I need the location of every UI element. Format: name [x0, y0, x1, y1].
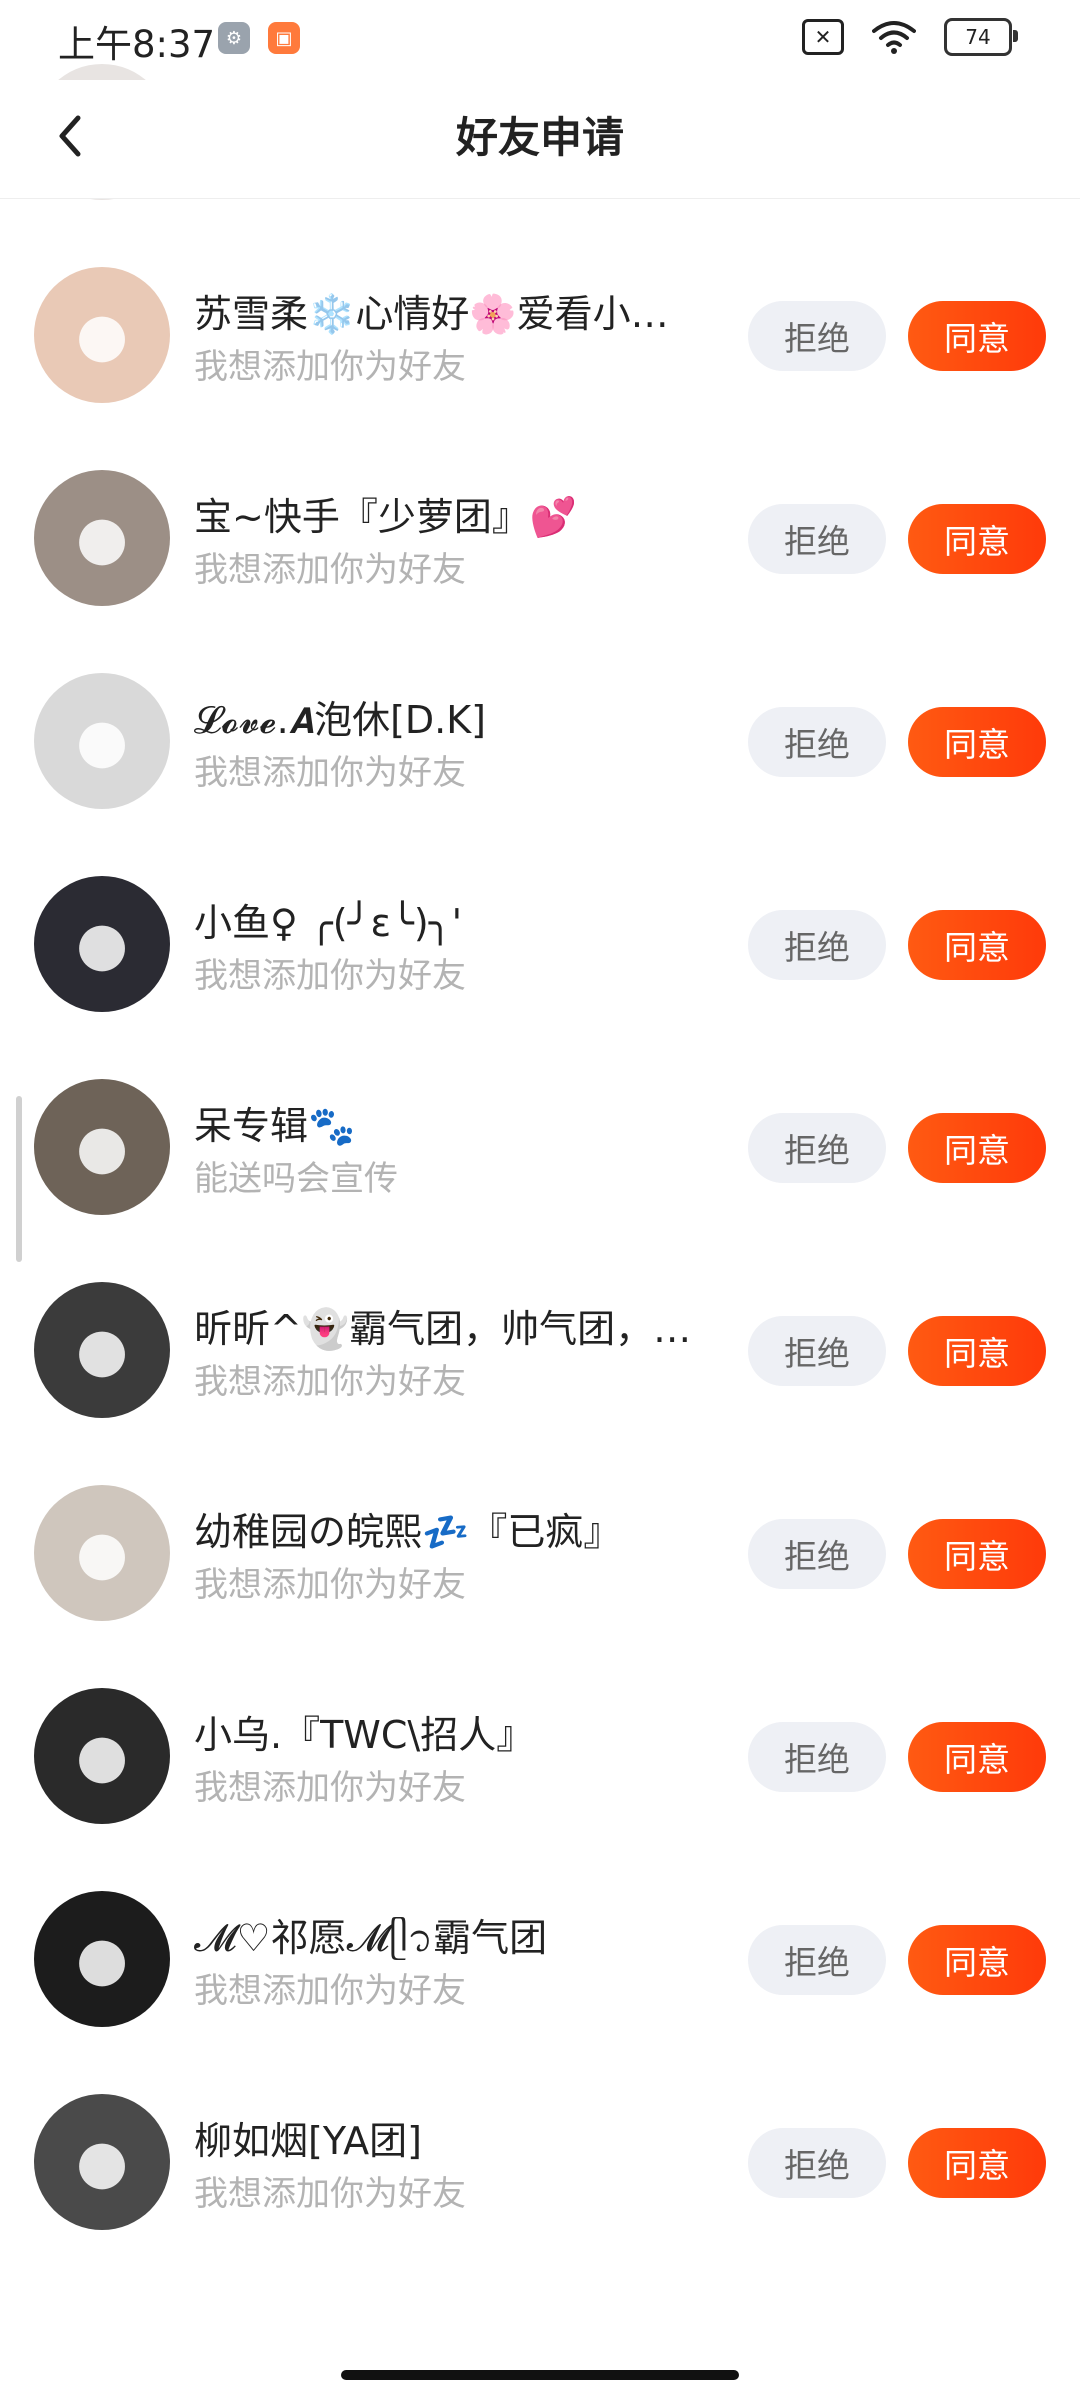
list-item[interactable]: ● 苏雪柔❄️心情好🌸爱看小… 我想添加你为好友 拒绝 同意 [0, 233, 1080, 436]
person-icon: ● [75, 1721, 129, 1791]
agree-button[interactable]: 同意 [908, 1316, 1046, 1386]
reject-button[interactable]: 拒绝 [748, 1722, 886, 1792]
avatar[interactable]: ● [34, 1485, 170, 1621]
list-item[interactable]: ● 𝓛𝓸𝓿𝓮.𝘼泡休[D.K] 我想添加你为好友 拒绝 同意 [0, 639, 1080, 842]
person-icon: ● [75, 909, 129, 979]
reject-button[interactable]: 拒绝 [748, 707, 886, 777]
avatar[interactable]: ● [34, 470, 170, 606]
home-indicator[interactable] [341, 2370, 739, 2380]
page-title: 好友申请 [455, 113, 624, 162]
request-message: 我想添加你为好友 [194, 1565, 466, 1605]
person-icon: ● [75, 706, 129, 776]
agree-button[interactable]: 同意 [908, 910, 1046, 980]
avatar[interactable]: ● [34, 267, 170, 403]
request-message: 我想添加你为好友 [194, 347, 466, 387]
requester-name: 柳如烟[YA团] [194, 2119, 422, 2163]
header: 好友申请 [0, 80, 1080, 199]
list-item[interactable]: ● 宝~快手『少萝团』💕 我想添加你为好友 拒绝 同意 [0, 436, 1080, 639]
requester-name: 小鱼♀ ╭(╯ε╰)╮' [194, 901, 463, 945]
agree-button[interactable]: 同意 [908, 2128, 1046, 2198]
agree-button[interactable]: 同意 [908, 1519, 1046, 1589]
reject-button[interactable]: 拒绝 [748, 1316, 886, 1386]
agree-button[interactable]: 同意 [908, 504, 1046, 574]
person-icon: ● [75, 1924, 129, 1994]
request-message: 能送吗会宣传 [194, 1159, 398, 1199]
person-icon: ● [75, 1315, 129, 1385]
avatar[interactable]: ● [34, 876, 170, 1012]
request-message: 我想添加你为好友 [194, 1768, 466, 1808]
request-message: 我想添加你为好友 [194, 1362, 466, 1402]
list-item[interactable]: ● 呆专辑🐾 能送吗会宣传 拒绝 同意 [0, 1045, 1080, 1248]
list-item[interactable]: ● 柳如烟[YA团] 我想添加你为好友 拒绝 同意 [0, 2060, 1080, 2263]
agree-button[interactable]: 同意 [908, 1722, 1046, 1792]
list-item[interactable]: ● 昕昕^👻霸气团，帅气团，… 我想添加你为好友 拒绝 同意 [0, 1248, 1080, 1451]
requester-name: 幼稚园の皖熙💤『已疯』 [194, 1510, 622, 1554]
list-item[interactable]: ● 幼稚园の皖熙💤『已疯』我想添加你为好友 拒绝 同意 [0, 1451, 1080, 1654]
request-message: 我想添加你为好友 [194, 1971, 466, 2011]
requester-name: 宝~快手『少萝团』💕 [194, 495, 578, 539]
reject-button[interactable]: 拒绝 [748, 504, 886, 574]
request-message: 我想添加你为好友 [194, 753, 466, 793]
list-item[interactable]: ● 小鱼♀ ╭(╯ε╰)╮' 我想添加你为好友 拒绝 同意 [0, 842, 1080, 1045]
reject-button[interactable]: 拒绝 [748, 910, 886, 980]
avatar[interactable]: ● [34, 1891, 170, 2027]
reject-button[interactable]: 拒绝 [748, 1113, 886, 1183]
agree-button[interactable]: 同意 [908, 1113, 1046, 1183]
avatar[interactable]: ● [34, 1079, 170, 1215]
requester-name: 苏雪柔❄️心情好🌸爱看小… [194, 292, 669, 336]
list-item[interactable]: ● 小乌.『TWC\招人』我想添加你为好友 拒绝 同意 [0, 1654, 1080, 1857]
reject-button[interactable]: 拒绝 [748, 301, 886, 371]
requester-name: 昕昕^👻霸气团，帅气团，… [194, 1307, 692, 1351]
avatar[interactable]: ● [34, 1282, 170, 1418]
avatar[interactable]: ● [34, 673, 170, 809]
person-icon: ● [75, 1112, 129, 1182]
person-icon: ● [75, 1518, 129, 1588]
scrollbar[interactable] [16, 1096, 22, 1262]
agree-button[interactable]: 同意 [908, 301, 1046, 371]
requester-name: 呆专辑🐾 [194, 1104, 356, 1148]
requester-name: 小乌.『TWC\招人』 [194, 1713, 535, 1757]
request-message: 我想添加你为好友 [194, 550, 466, 590]
request-message: 我想添加你为好友 [194, 2174, 466, 2214]
reject-button[interactable]: 拒绝 [748, 1519, 886, 1589]
agree-button[interactable]: 同意 [908, 1925, 1046, 1995]
list-item[interactable]: ● 𝓜♡祁愿𝓜ᥫ᭡霸气团 我想添加你为好友 拒绝 同意 [0, 1857, 1080, 2060]
request-message: 我想添加你为好友 [194, 956, 466, 996]
agree-button[interactable]: 同意 [908, 707, 1046, 777]
person-icon: ● [75, 2127, 129, 2197]
person-icon: ● [75, 503, 129, 573]
reject-button[interactable]: 拒绝 [748, 2128, 886, 2198]
avatar[interactable]: ● [34, 1688, 170, 1824]
requester-name: 𝓛𝓸𝓿𝓮.𝘼泡休[D.K] [194, 698, 486, 742]
avatar[interactable]: ● [34, 2094, 170, 2230]
person-icon: ● [75, 300, 129, 370]
reject-button[interactable]: 拒绝 [748, 1925, 886, 1995]
